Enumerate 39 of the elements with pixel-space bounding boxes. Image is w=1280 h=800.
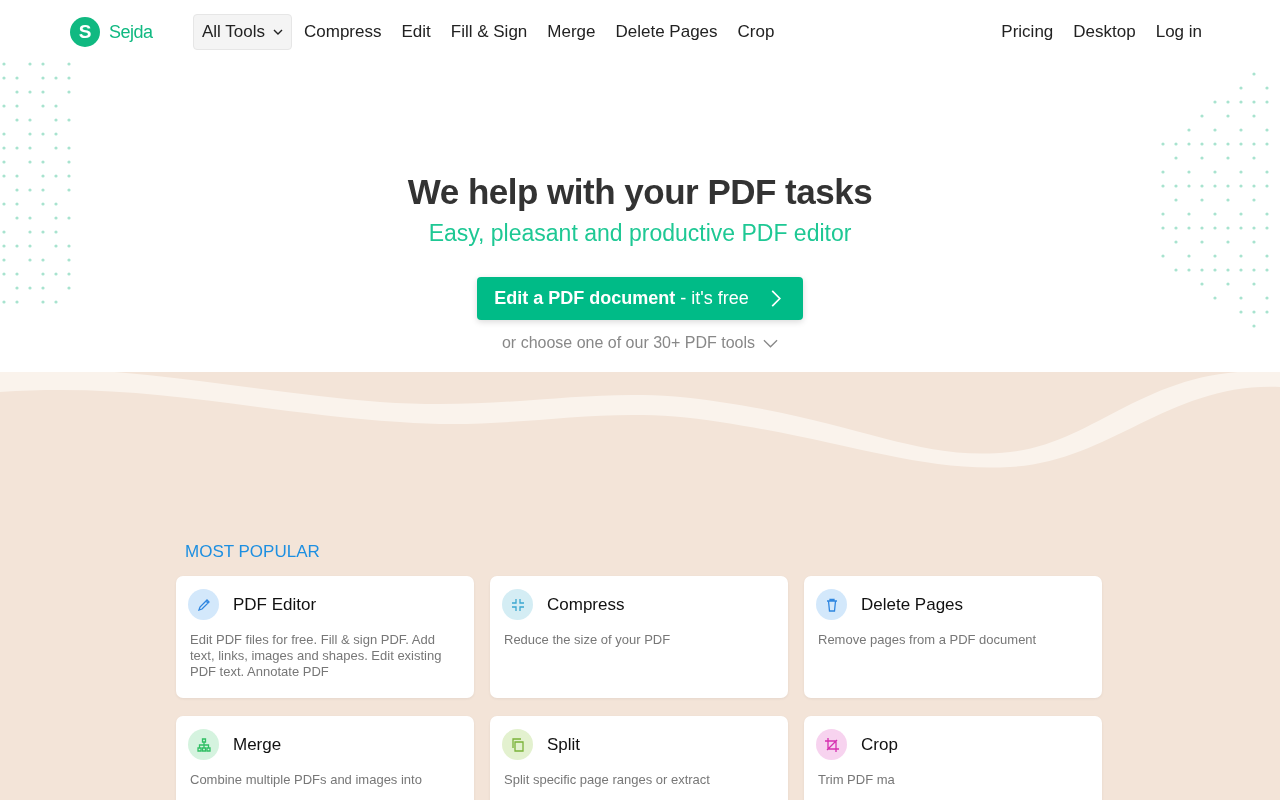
all-tools-dropdown[interactable]: All Tools: [193, 14, 292, 50]
tool-card[interactable]: Crop Trim PDF ma: [804, 716, 1102, 800]
hero-title: We help with your PDF tasks: [407, 172, 873, 212]
tool-name: Split: [547, 734, 581, 755]
tool-card[interactable]: Delete Pages Remove pages from a PDF document: [804, 576, 1102, 698]
nav-link[interactable]: Edit: [393, 16, 439, 48]
tool-description: Reduce the size of your PDF: [504, 632, 672, 648]
chevron-right-icon: [770, 290, 781, 307]
hierarchy-icon: [195, 736, 212, 753]
tool-name: Crop: [861, 734, 898, 755]
tool-name: Delete Pages: [861, 594, 964, 615]
chevron-down-icon: [763, 338, 778, 348]
nav-link[interactable]: Crop: [729, 16, 783, 48]
choose-tools-link[interactable]: or choose one of our 30+ PDF tools: [501, 334, 778, 352]
tool-card[interactable]: Merge Combine multiple PDFs and images into: [176, 716, 474, 800]
nav-link[interactable]: Pricing: [993, 16, 1062, 48]
tool-name: PDF Editor: [233, 594, 317, 615]
tool-card[interactable]: Compress Reduce the size of your PDF: [490, 576, 788, 698]
compress-icon: [509, 596, 526, 613]
nav-link[interactable]: Delete Pages: [607, 16, 726, 48]
tool-name: Merge: [233, 734, 282, 755]
tool-description: Trim PDF ma: [818, 772, 896, 788]
nav-link[interactable]: Compress: [296, 16, 390, 48]
tool-card[interactable]: PDF Editor Edit PDF files for free. Fill & sign PDF. Add text, links, images and shapes. Edit existing PDF text. Annotate PDF: [176, 576, 474, 698]
nav-link[interactable]: Merge: [539, 16, 604, 48]
nav-link[interactable]: Fill & Sign: [442, 16, 536, 48]
tool-description: Combine multiple PDFs and images into: [190, 772, 423, 788]
nav-link[interactable]: Log in: [1147, 16, 1210, 48]
hero-subtitle: Easy, pleasant and productive PDF editor: [428, 220, 852, 247]
tool-card[interactable]: Split Split specific page ranges or extract: [490, 716, 788, 800]
tool-description: Split specific page ranges or extract: [504, 772, 711, 788]
tool-description: Edit PDF files for free. Fill & sign PDF. Add text, links, images and shapes. Edit existing PDF text. Annotate PDF: [190, 632, 443, 680]
caret-icon: [273, 29, 283, 35]
section-title: MOST POPULAR: [185, 542, 321, 562]
nav-link[interactable]: Desktop: [1065, 16, 1144, 48]
tool-description: Remove pages from a PDF document: [818, 632, 1038, 648]
pages-icon: [509, 736, 526, 753]
crop-icon: [823, 736, 840, 753]
tool-name: Compress: [547, 594, 625, 615]
